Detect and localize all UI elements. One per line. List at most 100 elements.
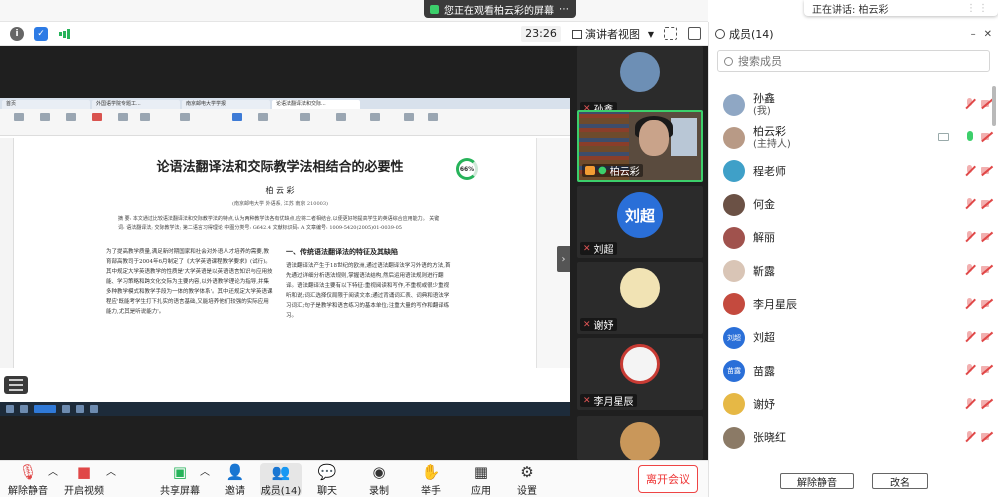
panel-scrollbar[interactable]	[992, 86, 996, 126]
tool-icon[interactable]	[40, 113, 50, 121]
tool-icon[interactable]	[118, 113, 128, 121]
tool-icon[interactable]	[140, 113, 150, 121]
view-mode-selector[interactable]: 演讲者视图 ▼	[572, 26, 654, 42]
participants-button[interactable]: 👥 成员(14)	[260, 463, 302, 497]
camera-off-icon[interactable]	[981, 132, 993, 141]
member-list: 孙鑫 (我) 柏云彩 (主持人) 程老师 何金 解丽 靳露 李月星辰 刘超 刘超…	[709, 88, 993, 454]
member-row[interactable]: 刘超 刘超	[709, 321, 993, 354]
paper-abstract: 摘 要: 本文通过比较语法翻译法和交际教学法的特点,认为两种教学法各有优缺点,应…	[118, 216, 440, 231]
rename-button[interactable]: 改名	[872, 473, 928, 489]
mic-muted-icon[interactable]	[964, 231, 975, 243]
tool-icon[interactable]	[258, 113, 268, 121]
member-search[interactable]	[717, 50, 990, 72]
leave-meeting-button[interactable]: 离开会议	[638, 465, 698, 493]
record-button[interactable]: ◉ 录制	[364, 463, 394, 497]
paper-author: 柏 云 彩	[265, 186, 295, 195]
chevron-up-icon[interactable]: ︿	[200, 463, 210, 496]
video-tile[interactable]: ✕ 李月星辰	[577, 338, 703, 410]
info-icon[interactable]: i	[10, 27, 24, 41]
tool-icon[interactable]	[404, 113, 414, 121]
mic-muted-icon[interactable]	[964, 331, 975, 343]
settings-button[interactable]: ⚙ 设置	[512, 463, 542, 497]
tool-icon[interactable]	[300, 113, 310, 121]
member-row[interactable]: 何金	[709, 188, 993, 221]
member-row[interactable]: 谢妤	[709, 388, 993, 421]
member-row[interactable]: 靳露	[709, 254, 993, 287]
camera-off-icon[interactable]	[981, 299, 993, 308]
member-row[interactable]: 苗露 苗露	[709, 354, 993, 387]
share-screen-button[interactable]: ▣ 共享屏幕	[160, 463, 200, 497]
layout-icon[interactable]	[688, 27, 701, 40]
person-icon	[715, 29, 725, 39]
tool-icon[interactable]	[14, 113, 24, 121]
close-icon[interactable]: ✕	[984, 29, 992, 40]
video-tile-speaking[interactable]: ● 柏云彩	[577, 110, 703, 182]
member-row[interactable]: 张晓红	[709, 421, 993, 454]
search-input[interactable]	[738, 54, 978, 68]
fullscreen-icon[interactable]	[664, 27, 677, 40]
mic-muted-icon[interactable]	[964, 164, 975, 177]
video-tile[interactable]: 刘超 ✕ 刘超	[577, 186, 703, 258]
viewing-share-banner[interactable]: 您正在观看柏云彩的屏幕 ⋯	[424, 0, 576, 18]
grip-icon[interactable]: ⋮⋮	[966, 3, 990, 14]
mic-muted-icon[interactable]	[964, 264, 975, 276]
video-tile[interactable]: ✕ 谢妤	[577, 262, 703, 334]
member-row[interactable]: 孙鑫 (我)	[709, 88, 993, 121]
mic-muted-icon[interactable]	[964, 397, 975, 410]
mic-muted-icon[interactable]	[964, 364, 975, 376]
tool-icon[interactable]	[232, 113, 242, 121]
member-name: 谢妤	[753, 397, 775, 411]
camera-off-icon[interactable]	[981, 432, 993, 441]
start-video-button[interactable]: ■ 开启视频	[62, 463, 106, 497]
tool-icon[interactable]	[336, 113, 346, 121]
collapse-strip-icon[interactable]: ›	[557, 246, 570, 272]
member-row[interactable]: 解丽	[709, 221, 993, 254]
member-row[interactable]: 李月星辰	[709, 288, 993, 321]
unmute-all-button[interactable]: 解除静音	[780, 473, 854, 489]
tool-icon[interactable]	[370, 113, 380, 121]
unmute-button[interactable]: 🎙 解除静音	[4, 463, 52, 497]
chevron-up-icon[interactable]: ︿	[106, 463, 116, 496]
browser-tab[interactable]: 南京邮电大学学报	[182, 100, 270, 109]
camera-off-icon[interactable]	[981, 232, 993, 241]
camera-off-icon[interactable]	[981, 199, 993, 208]
raise-hand-button[interactable]: ✋ 举手	[416, 463, 446, 497]
tool-icon[interactable]	[92, 113, 102, 121]
browser-tab-active[interactable]: 论语法翻译法和交际...	[272, 100, 360, 109]
mic-muted-icon[interactable]	[964, 98, 975, 110]
unmute-label: 解除静音	[8, 486, 48, 497]
member-row[interactable]: 柏云彩 (主持人)	[709, 121, 993, 154]
more-icon[interactable]: ⋯	[559, 4, 570, 15]
minimize-icon[interactable]: –	[971, 29, 976, 40]
participants-panel: 成员(14) – ✕ 孙鑫(我) 柏云彩(主持人) 程老师	[708, 22, 998, 497]
apps-button[interactable]: ▦ 应用	[466, 463, 496, 497]
invite-button[interactable]: 👤 邀请	[220, 463, 250, 497]
member-name: 刘超	[753, 331, 775, 345]
member-row[interactable]: 程老师	[709, 155, 993, 188]
tool-icon[interactable]	[180, 113, 190, 121]
browser-tab[interactable]: 首页	[2, 100, 90, 109]
menu-icon[interactable]	[4, 376, 28, 394]
chat-button[interactable]: 💬 聊天	[312, 463, 342, 497]
camera-off-icon[interactable]	[981, 166, 993, 175]
camera-off-icon[interactable]	[981, 332, 993, 341]
mic-muted-icon[interactable]	[964, 297, 975, 310]
video-tile[interactable]	[577, 416, 703, 460]
signal-icon[interactable]	[58, 27, 72, 41]
camera-off-icon[interactable]	[981, 365, 993, 374]
mic-active-icon[interactable]	[967, 131, 973, 142]
mic-muted-icon[interactable]	[964, 430, 975, 443]
chevron-up-icon[interactable]: ︿	[48, 463, 58, 496]
shared-screen-area[interactable]: 首页 外国语学院专题工... 南京邮电大学学报 论语法翻译法和交际... 论语法…	[0, 46, 572, 460]
browser-tab[interactable]: 外国语学院专题工...	[92, 100, 180, 109]
camera-off-icon[interactable]	[981, 265, 993, 274]
panel-footer: 解除静音 改名	[709, 465, 998, 497]
tool-icon[interactable]	[428, 113, 438, 121]
poster	[671, 118, 697, 156]
mic-muted-icon[interactable]	[964, 197, 975, 210]
tool-icon[interactable]	[66, 113, 76, 121]
shield-icon[interactable]: ✓	[34, 27, 48, 41]
avatar	[723, 93, 745, 116]
camera-off-icon[interactable]	[981, 399, 993, 408]
video-tile[interactable]: ✕ 孙鑫	[577, 46, 703, 118]
